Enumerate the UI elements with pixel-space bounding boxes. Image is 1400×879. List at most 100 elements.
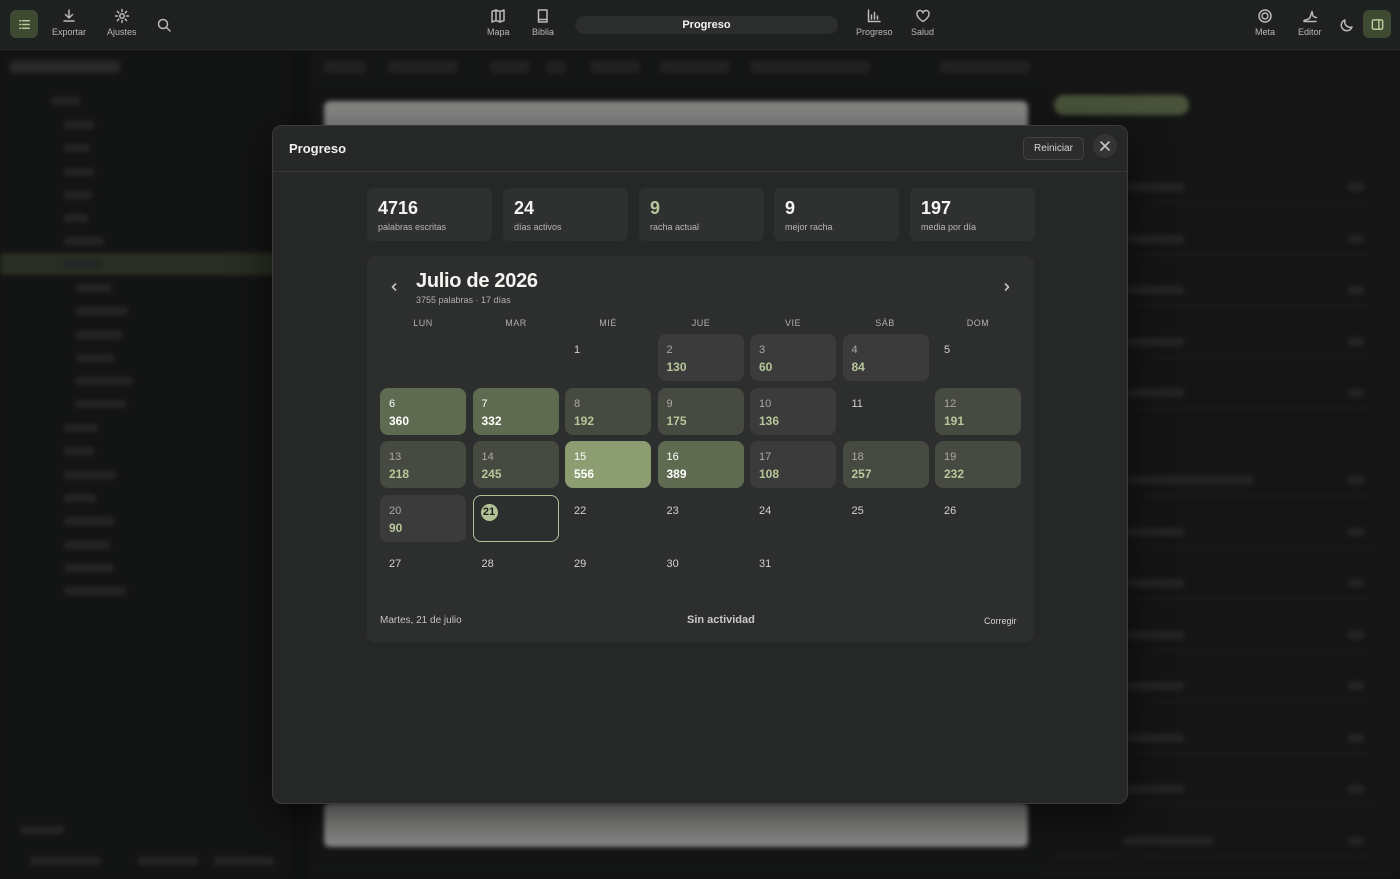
calendar-day[interactable]: 8 192 bbox=[565, 387, 651, 435]
calendar-day[interactable]: 11 bbox=[843, 388, 929, 435]
calendar-day[interactable]: 20 90 bbox=[380, 494, 466, 542]
close-button[interactable] bbox=[1093, 134, 1117, 158]
day-number: 21 bbox=[480, 503, 498, 521]
export-label: Exportar bbox=[52, 27, 87, 37]
chevron-right-icon bbox=[1004, 283, 1010, 291]
weekday-label: MIÉ bbox=[599, 318, 617, 328]
calendar-day[interactable]: 4 84 bbox=[842, 334, 929, 381]
day-number: 26 bbox=[944, 504, 957, 517]
day-word-count: 245 bbox=[481, 467, 502, 481]
reset-button[interactable]: Reiniciar bbox=[1023, 137, 1084, 160]
sidebar-panel-icon bbox=[1371, 18, 1383, 30]
day-number: 2 bbox=[666, 344, 673, 356]
stat-value: 4716 bbox=[378, 198, 419, 218]
calendar-day[interactable]: 30 bbox=[658, 548, 744, 595]
day-word-count: 218 bbox=[389, 467, 410, 481]
day-number: 13 bbox=[389, 451, 402, 463]
day-number: 9 bbox=[666, 397, 673, 410]
progress-button[interactable]: Progreso bbox=[856, 8, 893, 37]
calendar-day[interactable]: 23 bbox=[658, 495, 744, 542]
calendar-day[interactable]: 29 bbox=[565, 548, 651, 595]
book-icon bbox=[537, 9, 548, 23]
map-button[interactable]: Mapa bbox=[487, 8, 510, 37]
calendar-day[interactable]: 3 60 bbox=[750, 334, 836, 381]
progress-label: Progreso bbox=[856, 27, 893, 37]
day-number: 25 bbox=[851, 504, 864, 517]
calendar-day[interactable]: 25 bbox=[843, 495, 929, 542]
stat-value: 9 bbox=[785, 198, 796, 218]
day-number: 1 bbox=[574, 344, 581, 356]
calendar-day[interactable]: 28 bbox=[473, 548, 559, 595]
editor-button[interactable]: Editor bbox=[1298, 8, 1322, 37]
calendar-day[interactable]: 1 bbox=[565, 334, 651, 381]
stat-label: media por día bbox=[921, 222, 977, 232]
calendar-day[interactable]: 10 136 bbox=[750, 387, 836, 435]
calendar-day[interactable]: 16 389 bbox=[657, 441, 744, 488]
modal-title: Progreso bbox=[289, 141, 347, 156]
calendar-day[interactable]: 15 556 bbox=[565, 441, 651, 488]
panel-toggle-button[interactable] bbox=[1363, 10, 1391, 38]
progress-modal: Progreso Reiniciar 4716 palabras escrita… bbox=[272, 125, 1128, 804]
moon-icon bbox=[1340, 19, 1353, 32]
goal-label: Meta bbox=[1255, 27, 1276, 37]
calendar-day[interactable]: 22 bbox=[565, 495, 651, 542]
calendar-day[interactable]: 12 191 bbox=[935, 387, 1021, 435]
calendar-day[interactable]: 24 bbox=[750, 495, 836, 542]
day-number: 31 bbox=[759, 558, 772, 570]
outline-toggle-button[interactable] bbox=[10, 10, 38, 38]
stat-value: 197 bbox=[921, 198, 952, 218]
calendar-day[interactable]: 27 bbox=[380, 548, 466, 595]
goal-button[interactable]: Meta bbox=[1255, 8, 1275, 37]
day-number: 10 bbox=[759, 397, 772, 410]
day-number: 23 bbox=[666, 504, 679, 517]
next-month-button[interactable] bbox=[1000, 280, 1014, 294]
health-button[interactable]: Salud bbox=[911, 8, 934, 37]
download-icon bbox=[63, 9, 75, 22]
day-number: 7 bbox=[481, 397, 488, 410]
selected-date: Martes, 21 de julio bbox=[380, 615, 462, 626]
day-number: 30 bbox=[666, 558, 679, 570]
day-number: 3 bbox=[759, 344, 766, 356]
day-number: 16 bbox=[666, 451, 679, 463]
calendar-day[interactable]: 5 bbox=[935, 334, 1021, 381]
heart-icon bbox=[915, 9, 930, 23]
calendar-day[interactable]: 31 bbox=[750, 548, 836, 595]
calendar-day[interactable]: 7 332 bbox=[472, 387, 559, 435]
export-button[interactable]: Exportar bbox=[52, 8, 86, 37]
calendar-day[interactable]: 14 245 bbox=[472, 441, 559, 488]
map-label: Mapa bbox=[487, 27, 510, 37]
top-toolbar: Exportar Ajustes Mapa Biblia Progreso Pr… bbox=[0, 0, 1400, 50]
stat-current-streak: 9 racha actual bbox=[639, 188, 764, 241]
stat-value: 24 bbox=[514, 198, 535, 218]
map-icon bbox=[491, 9, 505, 23]
day-number: 18 bbox=[851, 451, 864, 463]
search-button[interactable] bbox=[156, 17, 172, 33]
month-summary: 3755 palabras · 17 días bbox=[416, 295, 511, 305]
day-word-count: 257 bbox=[851, 467, 872, 481]
calendar-day[interactable]: 13 218 bbox=[380, 441, 466, 488]
settings-button[interactable]: Ajustes bbox=[107, 8, 137, 37]
stat-value: 9 bbox=[650, 198, 661, 218]
day-number: 20 bbox=[389, 504, 402, 517]
modal-header: Progreso Reiniciar bbox=[273, 126, 1127, 172]
calendar-day[interactable]: 17 108 bbox=[750, 441, 836, 488]
calendar-day[interactable]: 6 360 bbox=[380, 387, 466, 435]
stat-label: palabras escritas bbox=[378, 222, 447, 232]
calendar-day[interactable]: 18 257 bbox=[842, 441, 929, 488]
month-title: Julio de 2026 bbox=[416, 270, 538, 292]
bible-button[interactable]: Biblia bbox=[532, 8, 554, 37]
weekday-label: LUN bbox=[413, 318, 433, 328]
prev-month-button[interactable] bbox=[387, 280, 401, 294]
calendar-day[interactable]: 9 175 bbox=[657, 387, 744, 435]
day-number: 19 bbox=[944, 451, 957, 463]
calendar-day[interactable]: 2 130 bbox=[657, 334, 744, 381]
calendar-day[interactable]: 26 bbox=[935, 495, 1021, 542]
day-number: 4 bbox=[851, 344, 858, 356]
calendar-day[interactable]: 19 232 bbox=[935, 441, 1021, 488]
gear-icon bbox=[114, 8, 129, 24]
stat-best-streak: 9 mejor racha bbox=[774, 188, 899, 241]
correct-button[interactable]: Corregir bbox=[984, 616, 1017, 626]
theme-toggle-button[interactable] bbox=[1339, 17, 1355, 33]
weekday-label: MAR bbox=[505, 318, 527, 328]
calendar-day-today[interactable]: 21 bbox=[472, 494, 559, 542]
